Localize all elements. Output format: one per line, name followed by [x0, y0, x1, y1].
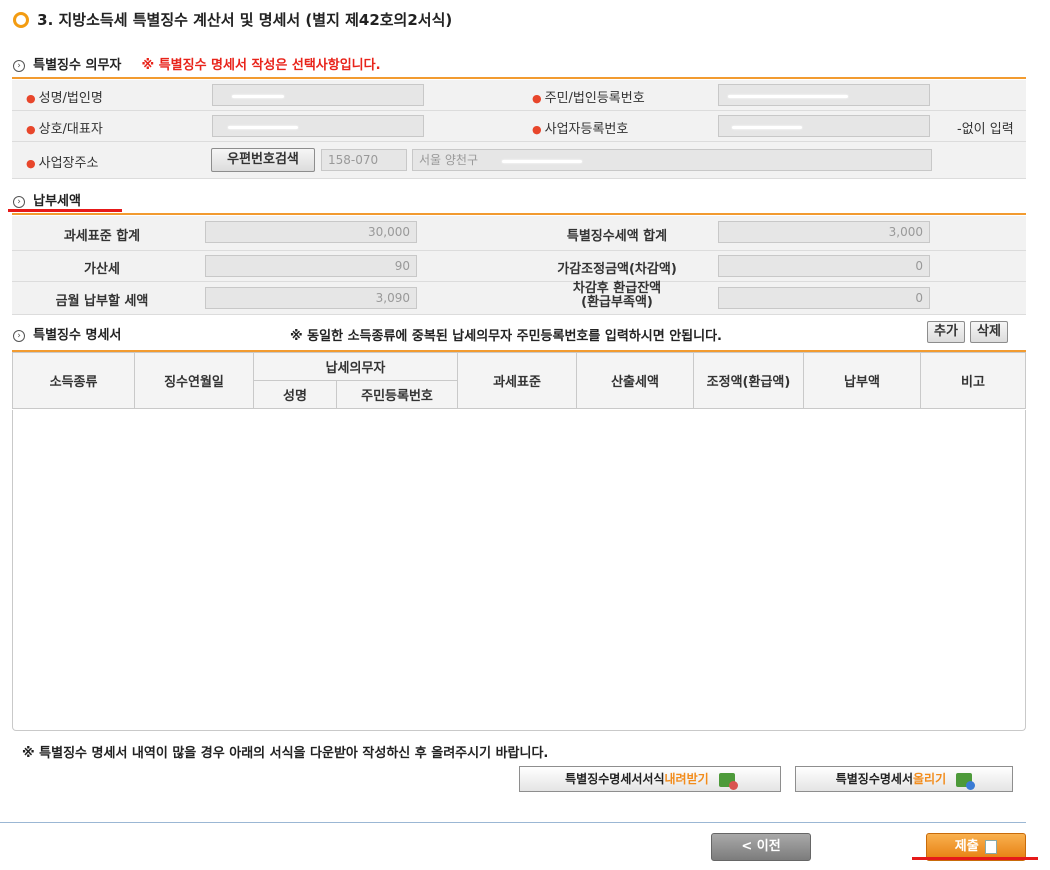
col-adjust: 조정액(환급액): [693, 352, 804, 409]
refund-label: 차감후 환급잔액 (환급부족액): [572, 281, 662, 310]
form-row: ● 사업장주소 우편번호검색 158-070 서울 양천구: [12, 142, 1026, 179]
redacted-mark: [732, 126, 802, 129]
bizno-label: ● 사업자등록번호: [532, 122, 629, 137]
address-field[interactable]: 서울 양천구: [412, 149, 932, 171]
zip-search-button[interactable]: 우편번호검색: [211, 148, 315, 172]
col-remark: 비고: [920, 352, 1026, 409]
download-action: 내려받기: [664, 772, 709, 786]
col-taxpayer-name: 성명: [253, 380, 337, 409]
details-table-body[interactable]: [12, 410, 1026, 731]
tax-row: 금월 납부할 세액 3,090 차감후 환급잔액 (환급부족액) 0: [12, 282, 1026, 315]
red-underline: [912, 857, 1038, 860]
payable-label: 금월 납부할 세액: [55, 294, 149, 309]
circle-arrow-icon: ›: [13, 329, 25, 342]
redacted-mark: [232, 95, 284, 98]
penalty-field[interactable]: 90: [205, 255, 417, 277]
obligor-section-header: › 특별징수 의무자 ※ 특별징수 명세서 작성은 선택사항입니다.: [13, 54, 381, 73]
add-button[interactable]: 추가: [927, 321, 965, 343]
penalty-label: 가산세: [84, 262, 120, 277]
withheld-total-field[interactable]: 3,000: [718, 221, 930, 243]
form-row: ● 상호/대표자 ● 사업자등록번호 -없이 입력: [12, 111, 1026, 142]
col-taxpayer: 납세의무자: [253, 352, 458, 381]
col-income-type: 소득종류: [12, 352, 135, 409]
details-section-header: › 특별징수 명세서: [13, 324, 121, 343]
col-tax-base: 과세표준: [457, 352, 577, 409]
download-prefix: 특별징수명세서서식: [565, 772, 665, 786]
redacted-mark: [502, 160, 582, 163]
base-total-field[interactable]: 30,000: [205, 221, 417, 243]
company-label: ● 상호/대표자: [26, 122, 103, 137]
download-template-button[interactable]: 특별징수명세서서식내려받기: [519, 766, 781, 792]
divider: [12, 213, 1026, 215]
upload-prefix: 특별징수명세서: [835, 772, 913, 786]
page-title-row: 3. 지방소득세 특별징수 계산서 및 명세서 (별지 제42호의2서식): [13, 9, 452, 30]
details-section-title: 특별징수 명세서: [33, 328, 122, 343]
col-collect-month: 징수연월일: [134, 352, 254, 409]
bizno-hint: -없이 입력: [957, 122, 1014, 137]
details-notice: ※ 동일한 소득종류에 중복된 납세의무자 주민등록번호를 입력하시면 안됩니다…: [290, 329, 722, 344]
address-label: ● 사업장주소: [26, 156, 99, 171]
footer-notice: ※ 특별징수 명세서 내역이 많을 경우 아래의 서식을 다운받아 작성하신 후…: [22, 746, 549, 761]
tax-section-header: › 납부세액: [13, 190, 81, 209]
excel-upload-icon: [956, 772, 976, 790]
details-table-header: 소득종류 징수연월일 납세의무자 과세표준 산출세액 조정액(환급액) 납부액 …: [12, 352, 1026, 409]
withheld-total-label: 특별징수세액 합계: [566, 229, 668, 244]
divider: [0, 822, 1026, 823]
red-underline: [8, 209, 122, 212]
page-title: 3. 지방소득세 특별징수 계산서 및 명세서 (별지 제42호의2서식): [37, 11, 453, 29]
obligor-notice: ※ 특별징수 명세서 작성은 선택사항입니다.: [141, 58, 381, 73]
obligor-section-title: 특별징수 의무자: [33, 58, 122, 73]
tax-row: 가산세 90 가감조정금액(차감액) 0: [12, 251, 1026, 282]
col-paid: 납부액: [803, 352, 921, 409]
divider: [12, 77, 1026, 79]
payable-field[interactable]: 3,090: [205, 287, 417, 309]
rrn-label: ● 주민/법인등록번호: [532, 91, 645, 106]
circle-arrow-icon: ›: [13, 59, 25, 72]
redacted-mark: [728, 95, 848, 98]
excel-download-icon: [718, 772, 738, 790]
zip-field[interactable]: 158-070: [321, 149, 407, 171]
prev-button[interactable]: < 이전: [711, 833, 811, 861]
adjust-label: 가감조정금액(차감액): [557, 262, 677, 277]
name-label: ● 성명/법인명: [26, 91, 103, 106]
adjust-field[interactable]: 0: [718, 255, 930, 277]
tax-section-title: 납부세액: [33, 194, 81, 209]
tax-row: 과세표준 합계 30,000 특별징수세액 합계 3,000: [12, 216, 1026, 251]
circle-arrow-icon: ›: [13, 195, 25, 208]
col-taxpayer-rrn: 주민등록번호: [336, 380, 458, 409]
upload-action: 올리기: [912, 772, 947, 786]
submit-label: 제출: [954, 839, 979, 854]
refund-field[interactable]: 0: [718, 287, 930, 309]
form-row: ● 성명/법인명 ● 주민/법인등록번호: [12, 80, 1026, 111]
orange-bullet-icon: [13, 11, 29, 28]
upload-template-button[interactable]: 특별징수명세서올리기: [795, 766, 1013, 792]
document-icon: [985, 839, 998, 854]
col-calc-tax: 산출세액: [576, 352, 694, 409]
redacted-mark: [228, 126, 298, 129]
delete-button[interactable]: 삭제: [970, 321, 1008, 343]
base-total-label: 과세표준 합계: [63, 229, 141, 244]
